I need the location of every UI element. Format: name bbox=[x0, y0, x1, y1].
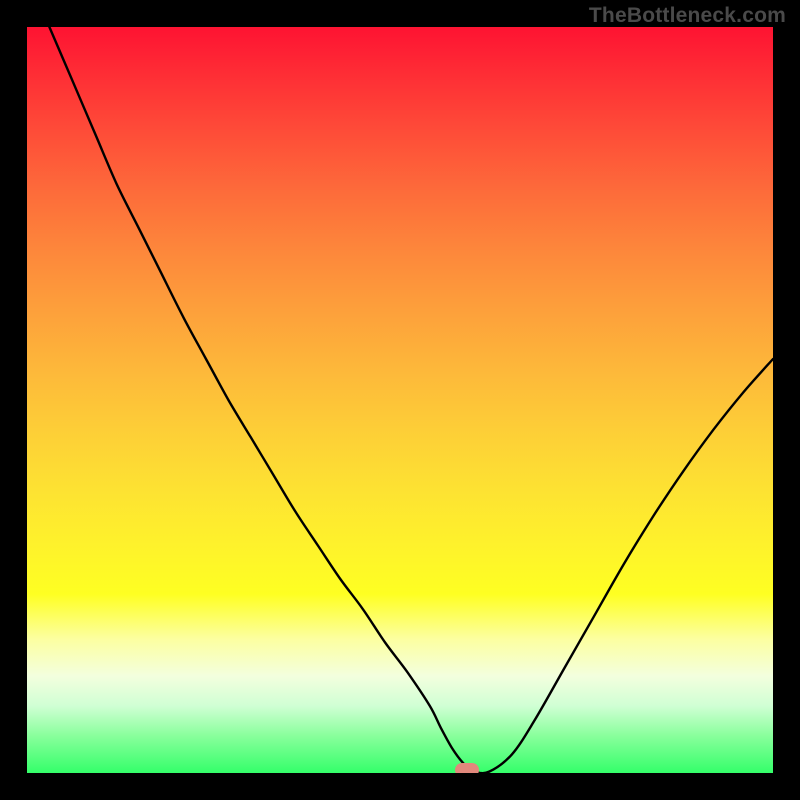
watermark-text: TheBottleneck.com bbox=[589, 4, 786, 28]
current-config-marker bbox=[455, 763, 479, 773]
bottleneck-curve bbox=[27, 27, 773, 773]
plot-area bbox=[27, 27, 773, 773]
chart-frame: TheBottleneck.com bbox=[0, 0, 800, 800]
